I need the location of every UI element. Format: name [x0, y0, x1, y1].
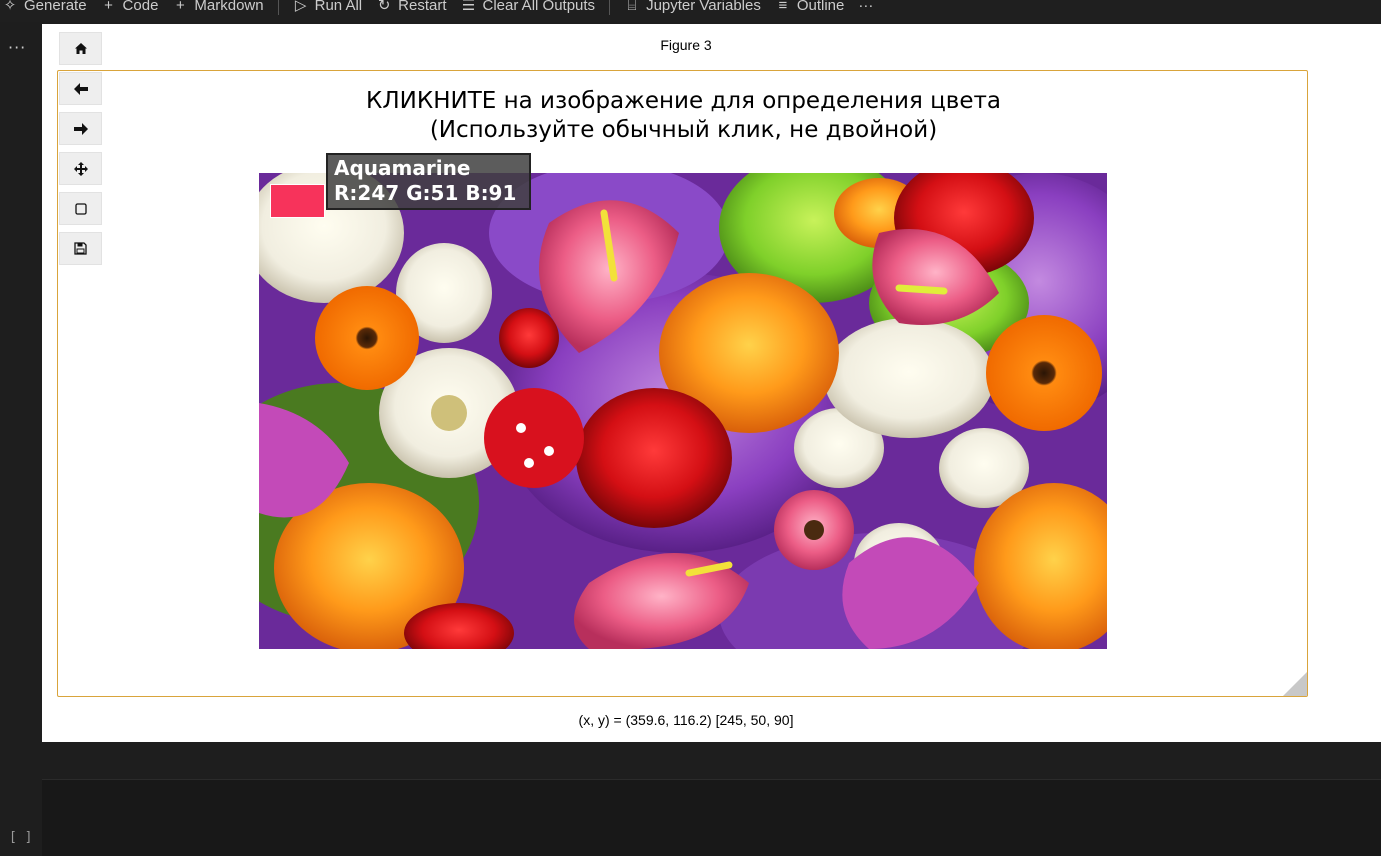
- save-button[interactable]: [59, 232, 102, 265]
- jupyter-variables-button[interactable]: ⌸ Jupyter Variables: [624, 0, 761, 16]
- toolbar-divider: [609, 0, 611, 15]
- run-all-button[interactable]: ▷ Run All: [293, 0, 363, 16]
- outline-button[interactable]: ≡ Outline: [775, 0, 845, 16]
- zoom-button[interactable]: [59, 192, 102, 225]
- add-code-button[interactable]: + Code: [101, 0, 159, 16]
- cell-gutter: ···: [0, 22, 42, 855]
- color-info-box: Aquamarine R:247 G:51 B:91: [326, 153, 531, 210]
- home-button[interactable]: [59, 32, 102, 65]
- plot-title-line2: (Используйте обычный клик, не двойной): [429, 117, 938, 143]
- cell-output: Figure 3 КЛИКНИТЕ на изображение для опр…: [42, 24, 1381, 742]
- more-icon: ···: [858, 0, 874, 14]
- run-all-label: Run All: [314, 0, 363, 14]
- restart-button[interactable]: ↻ Restart: [376, 0, 447, 16]
- rgb-values: R:247 G:51 B:91: [334, 181, 517, 205]
- generate-label: Generate: [24, 0, 87, 14]
- zoom-rect-icon: [74, 202, 87, 215]
- move-icon: [73, 161, 88, 176]
- figure-canvas[interactable]: КЛИКНИТЕ на изображение для определения …: [57, 70, 1308, 697]
- add-markdown-button[interactable]: + Markdown: [172, 0, 264, 16]
- resize-handle[interactable]: [1283, 672, 1307, 696]
- outline-icon: ≡: [778, 0, 788, 14]
- clear-all-outputs-label: Clear All Outputs: [482, 0, 596, 14]
- flower-bouquet-image: [259, 173, 1107, 649]
- restart-label: Restart: [398, 0, 447, 14]
- pan-button[interactable]: [59, 152, 102, 185]
- save-icon: [74, 242, 87, 255]
- restart-icon: ↻: [377, 0, 391, 14]
- cell-actions-more-icon[interactable]: ···: [8, 38, 26, 57]
- clear-outputs-icon: ☰: [461, 0, 476, 14]
- color-name: Aquamarine: [334, 156, 471, 180]
- cell-execution-count: [ ]: [9, 830, 33, 845]
- cursor-coordinates: (x, y) = (359.6, 116.2) [245, 50, 90]: [578, 712, 794, 728]
- generate-button[interactable]: ✧ Generate: [2, 0, 87, 16]
- figure-title: Figure 3: [660, 37, 712, 53]
- outline-label: Outline: [796, 0, 845, 14]
- plus-icon: +: [104, 0, 113, 14]
- plus-icon: +: [176, 0, 185, 14]
- forward-button[interactable]: [59, 112, 102, 145]
- back-button[interactable]: [59, 72, 102, 105]
- jupyter-variables-label: Jupyter Variables: [646, 0, 761, 14]
- arrow-left-icon: [73, 82, 88, 95]
- variables-icon: ⌸: [627, 0, 637, 14]
- sparkle-icon: ✧: [3, 0, 17, 14]
- color-swatch: [270, 184, 325, 218]
- toolbar-divider: [277, 0, 279, 15]
- notebook-toolbar: ✧ Generate + Code + Markdown ▷ Run All ↻…: [0, 0, 1381, 22]
- flower-image[interactable]: [259, 173, 1107, 649]
- plot-title-line1: КЛИКНИТЕ на изображение для определения …: [366, 88, 1001, 114]
- more-actions-button[interactable]: ···: [858, 0, 873, 16]
- next-code-cell[interactable]: [42, 779, 1381, 856]
- run-all-icon: ▷: [294, 0, 307, 14]
- clear-all-outputs-button[interactable]: ☰ Clear All Outputs: [461, 0, 596, 16]
- add-markdown-label: Markdown: [194, 0, 264, 14]
- home-icon: [74, 43, 87, 54]
- add-code-label: Code: [122, 0, 159, 14]
- plot-title: КЛИКНИТЕ на изображение для определения …: [58, 87, 1309, 145]
- arrow-right-icon: [73, 122, 88, 135]
